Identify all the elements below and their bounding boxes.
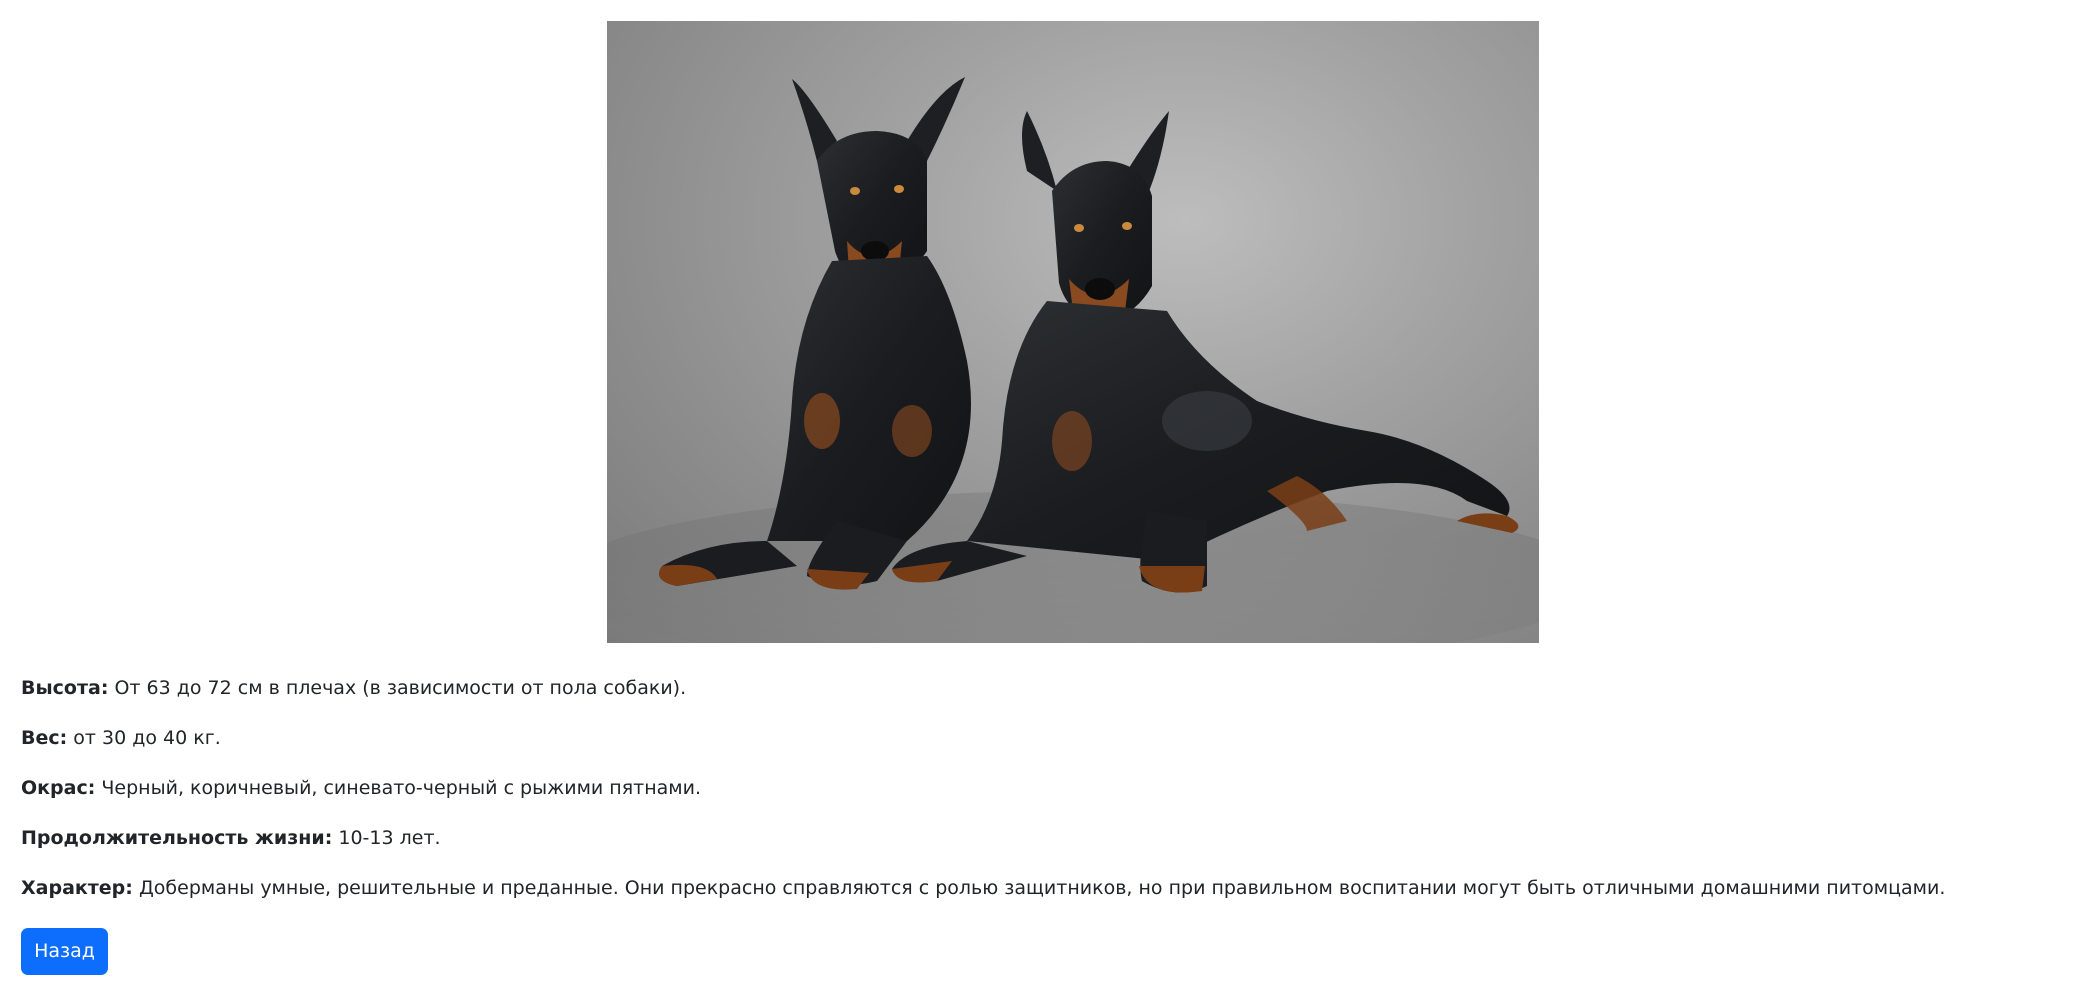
detail-value: Черный, коричневый, синевато-черный с ры… [101,777,702,799]
detail-label: Окрас: [21,777,96,799]
dobermans-illustration [607,77,1539,643]
detail-weight: Вес: от 30 до 40 кг. [21,725,221,751]
left-dog [659,77,971,590]
back-button[interactable]: Назад [21,928,108,975]
detail-label: Высота: [21,677,109,699]
detail-value: 10-13 лет. [338,827,441,849]
detail-value: Доберманы умные, решительные и преданные… [138,877,1946,899]
dog-photo [607,21,1539,643]
detail-color: Окрас: Черный, коричневый, синевато-черн… [21,775,701,801]
detail-label: Вес: [21,727,68,749]
detail-height: Высота: От 63 до 72 см в плечах (в завис… [21,675,686,701]
detail-lifespan: Продолжительность жизни: 10-13 лет. [21,825,441,851]
detail-value: От 63 до 72 см в плечах (в зависимости о… [114,677,687,699]
detail-value: от 30 до 40 кг. [73,727,221,749]
detail-label: Характер: [21,877,133,899]
detail-character: Характер: Доберманы умные, решительные и… [21,875,1945,901]
detail-label: Продолжительность жизни: [21,827,333,849]
